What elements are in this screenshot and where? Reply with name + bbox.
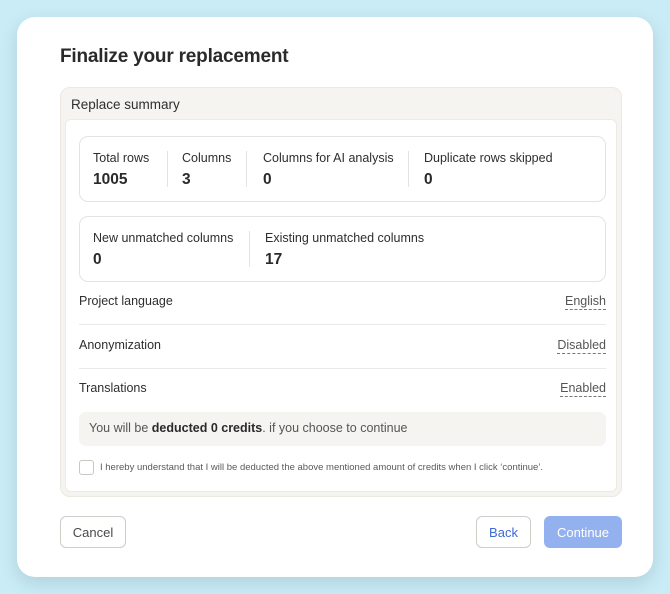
stat-value: 0: [424, 171, 433, 188]
setting-label: Translations: [79, 381, 147, 395]
stat-label: New unmatched columns: [93, 231, 234, 245]
stat-total-rows: Total rows 1005: [93, 137, 149, 201]
stat-value: 0: [93, 251, 102, 268]
setting-project-language: Project language English: [79, 282, 606, 325]
setting-value-project-language[interactable]: English: [565, 294, 606, 310]
summary-content: Total rows 1005 Columns 3 Columns for AI…: [65, 119, 617, 492]
stat-label: Columns: [182, 151, 232, 165]
stat-divider: [246, 151, 247, 187]
credits-suffix: . if you choose to continue: [262, 421, 408, 435]
setting-value-anonymization[interactable]: Disabled: [557, 338, 606, 354]
setting-label: Project language: [79, 294, 173, 308]
dialog-title: Finalize your replacement: [60, 46, 289, 67]
continue-button[interactable]: Continue: [544, 516, 622, 548]
stat-divider: [167, 151, 168, 187]
setting-label: Anonymization: [79, 338, 161, 352]
stat-existing-unmatched-columns: Existing unmatched columns 17: [265, 217, 424, 281]
stat-value: 0: [263, 171, 272, 188]
consent-row: I hereby understand that I will be deduc…: [79, 460, 543, 475]
setting-anonymization: Anonymization Disabled: [79, 326, 606, 369]
finalize-replacement-dialog: Finalize your replacement Replace summar…: [17, 17, 653, 577]
setting-translations: Translations Enabled: [79, 369, 606, 412]
stat-value: 3: [182, 171, 191, 188]
stat-new-unmatched-columns: New unmatched columns 0: [93, 217, 233, 281]
stat-duplicate-rows-skipped: Duplicate rows skipped 0: [424, 137, 553, 201]
stat-value: 1005: [93, 171, 128, 188]
stat-label: Duplicate rows skipped: [424, 151, 553, 165]
summary-title: Replace summary: [71, 97, 180, 112]
credits-notice: You will be deducted 0 credits. if you c…: [79, 412, 606, 446]
stats-card-unmatched: New unmatched columns 0 Existing unmatch…: [79, 216, 606, 282]
setting-value-translations[interactable]: Enabled: [560, 381, 606, 397]
stat-columns: Columns 3: [182, 137, 231, 201]
stats-card-primary: Total rows 1005 Columns 3 Columns for AI…: [79, 136, 606, 202]
stat-divider: [249, 231, 250, 267]
stat-columns-ai-analysis: Columns for AI analysis 0: [263, 137, 394, 201]
stat-divider: [408, 151, 409, 187]
back-button[interactable]: Back: [476, 516, 531, 548]
consent-text: I hereby understand that I will be deduc…: [100, 462, 544, 473]
cancel-button[interactable]: Cancel: [60, 516, 126, 548]
stat-label: Columns for AI analysis: [263, 151, 394, 165]
stat-label: Total rows: [93, 151, 150, 165]
replace-summary-panel: Replace summary Total rows 1005 Columns …: [60, 87, 622, 497]
credits-amount: deducted 0 credits: [151, 421, 263, 435]
stat-value: 17: [265, 251, 283, 268]
credits-prefix: You will be: [89, 421, 152, 435]
stat-label: Existing unmatched columns: [265, 231, 425, 245]
consent-checkbox[interactable]: [79, 460, 94, 475]
